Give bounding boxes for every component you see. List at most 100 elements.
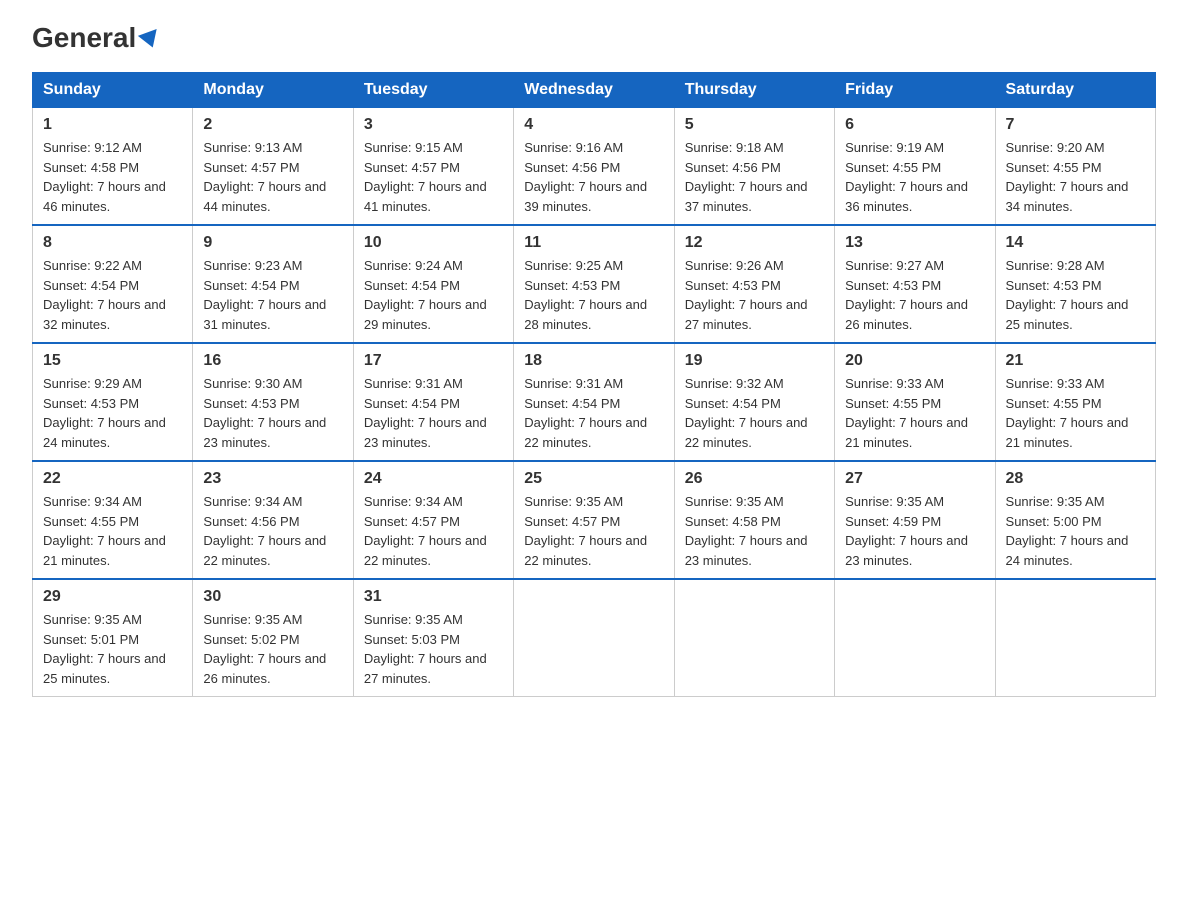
calendar-day-cell: 22 Sunrise: 9:34 AMSunset: 4:55 PMDayligh… <box>33 461 193 579</box>
day-info: Sunrise: 9:26 AMSunset: 4:53 PMDaylight:… <box>685 256 824 334</box>
day-number: 12 <box>685 234 824 252</box>
weekday-header-sunday: Sunday <box>33 73 193 108</box>
calendar-week-row: 1 Sunrise: 9:12 AMSunset: 4:58 PMDaylight… <box>33 108 1156 226</box>
day-info: Sunrise: 9:16 AMSunset: 4:56 PMDaylight:… <box>524 138 663 216</box>
weekday-header-tuesday: Tuesday <box>353 73 513 108</box>
calendar-day-cell: 27Sunrise: 9:35 AMSunset: 4:59 PMDayligh… <box>835 461 995 579</box>
day-info: Sunrise: 9:31 AMSunset: 4:54 PMDaylight:… <box>364 374 503 452</box>
day-info: Sunrise: 9:34 AMSunset: 4:57 PMDaylight:… <box>364 492 503 570</box>
calendar-day-cell: 28 Sunrise: 9:35 AMSunset: 5:00 PMDayligh… <box>995 461 1155 579</box>
calendar-day-cell: 15 Sunrise: 9:29 AMSunset: 4:53 PMDayligh… <box>33 343 193 461</box>
calendar-day-cell: 14 Sunrise: 9:28 AMSunset: 4:53 PMDayligh… <box>995 225 1155 343</box>
day-number: 24 <box>364 470 503 488</box>
day-info: Sunrise: 9:20 AMSunset: 4:55 PMDaylight:… <box>1006 138 1145 216</box>
day-info: Sunrise: 9:35 AMSunset: 4:58 PMDaylight:… <box>685 492 824 570</box>
day-number: 22 <box>43 470 182 488</box>
calendar-day-cell: 11 Sunrise: 9:25 AMSunset: 4:53 PMDayligh… <box>514 225 674 343</box>
day-number: 1 <box>43 116 182 134</box>
day-number: 5 <box>685 116 824 134</box>
logo-line1: General <box>32 24 160 52</box>
day-info: Sunrise: 9:28 AMSunset: 4:53 PMDaylight:… <box>1006 256 1145 334</box>
day-number: 2 <box>203 116 342 134</box>
calendar-day-cell: 23 Sunrise: 9:34 AMSunset: 4:56 PMDayligh… <box>193 461 353 579</box>
day-info: Sunrise: 9:22 AMSunset: 4:54 PMDaylight:… <box>43 256 182 334</box>
logo-triangle-icon <box>138 29 162 51</box>
calendar-day-cell: 5 Sunrise: 9:18 AMSunset: 4:56 PMDaylight… <box>674 108 834 226</box>
day-info: Sunrise: 9:33 AMSunset: 4:55 PMDaylight:… <box>845 374 984 452</box>
calendar-day-cell: 31 Sunrise: 9:35 AMSunset: 5:03 PMDayligh… <box>353 579 513 697</box>
calendar-day-cell: 18 Sunrise: 9:31 AMSunset: 4:54 PMDayligh… <box>514 343 674 461</box>
day-number: 18 <box>524 352 663 370</box>
day-info: Sunrise: 9:24 AMSunset: 4:54 PMDaylight:… <box>364 256 503 334</box>
calendar-day-cell <box>835 579 995 697</box>
calendar-day-cell: 17 Sunrise: 9:31 AMSunset: 4:54 PMDayligh… <box>353 343 513 461</box>
calendar-day-cell: 10Sunrise: 9:24 AMSunset: 4:54 PMDayligh… <box>353 225 513 343</box>
calendar-day-cell: 24 Sunrise: 9:34 AMSunset: 4:57 PMDayligh… <box>353 461 513 579</box>
day-info: Sunrise: 9:33 AMSunset: 4:55 PMDaylight:… <box>1006 374 1145 452</box>
day-info: Sunrise: 9:12 AMSunset: 4:58 PMDaylight:… <box>43 138 182 216</box>
calendar-day-cell: 30 Sunrise: 9:35 AMSunset: 5:02 PMDayligh… <box>193 579 353 697</box>
day-number: 14 <box>1006 234 1145 252</box>
day-info: Sunrise: 9:30 AMSunset: 4:53 PMDaylight:… <box>203 374 342 452</box>
calendar-day-cell: 7 Sunrise: 9:20 AMSunset: 4:55 PMDaylight… <box>995 108 1155 226</box>
day-info: Sunrise: 9:13 AMSunset: 4:57 PMDaylight:… <box>203 138 342 216</box>
day-info: Sunrise: 9:35 AMSunset: 5:03 PMDaylight:… <box>364 610 503 688</box>
day-info: Sunrise: 9:35 AMSunset: 4:57 PMDaylight:… <box>524 492 663 570</box>
calendar-day-cell: 2 Sunrise: 9:13 AMSunset: 4:57 PMDaylight… <box>193 108 353 226</box>
day-info: Sunrise: 9:34 AMSunset: 4:55 PMDaylight:… <box>43 492 182 570</box>
calendar-week-row: 8 Sunrise: 9:22 AMSunset: 4:54 PMDaylight… <box>33 225 1156 343</box>
day-number: 25 <box>524 470 663 488</box>
calendar-day-cell: 3Sunrise: 9:15 AMSunset: 4:57 PMDaylight… <box>353 108 513 226</box>
day-number: 9 <box>203 234 342 252</box>
day-number: 7 <box>1006 116 1145 134</box>
calendar-day-cell: 25 Sunrise: 9:35 AMSunset: 4:57 PMDayligh… <box>514 461 674 579</box>
day-number: 26 <box>685 470 824 488</box>
day-number: 30 <box>203 588 342 606</box>
day-info: Sunrise: 9:34 AMSunset: 4:56 PMDaylight:… <box>203 492 342 570</box>
day-info: Sunrise: 9:27 AMSunset: 4:53 PMDaylight:… <box>845 256 984 334</box>
day-info: Sunrise: 9:32 AMSunset: 4:54 PMDaylight:… <box>685 374 824 452</box>
weekday-header-friday: Friday <box>835 73 995 108</box>
calendar-day-cell: 8 Sunrise: 9:22 AMSunset: 4:54 PMDaylight… <box>33 225 193 343</box>
calendar-table: SundayMondayTuesdayWednesdayThursdayFrid… <box>32 72 1156 697</box>
day-info: Sunrise: 9:19 AMSunset: 4:55 PMDaylight:… <box>845 138 984 216</box>
calendar-day-cell: 6 Sunrise: 9:19 AMSunset: 4:55 PMDaylight… <box>835 108 995 226</box>
page-header: General <box>32 24 1156 52</box>
weekday-header-saturday: Saturday <box>995 73 1155 108</box>
day-number: 31 <box>364 588 503 606</box>
weekday-header-thursday: Thursday <box>674 73 834 108</box>
day-info: Sunrise: 9:31 AMSunset: 4:54 PMDaylight:… <box>524 374 663 452</box>
day-number: 28 <box>1006 470 1145 488</box>
day-info: Sunrise: 9:23 AMSunset: 4:54 PMDaylight:… <box>203 256 342 334</box>
day-info: Sunrise: 9:18 AMSunset: 4:56 PMDaylight:… <box>685 138 824 216</box>
calendar-week-row: 22 Sunrise: 9:34 AMSunset: 4:55 PMDayligh… <box>33 461 1156 579</box>
calendar-day-cell: 29Sunrise: 9:35 AMSunset: 5:01 PMDayligh… <box>33 579 193 697</box>
day-info: Sunrise: 9:15 AMSunset: 4:57 PMDaylight:… <box>364 138 503 216</box>
day-number: 15 <box>43 352 182 370</box>
day-number: 8 <box>43 234 182 252</box>
day-number: 13 <box>845 234 984 252</box>
day-number: 23 <box>203 470 342 488</box>
day-number: 17 <box>364 352 503 370</box>
calendar-day-cell: 4 Sunrise: 9:16 AMSunset: 4:56 PMDaylight… <box>514 108 674 226</box>
day-info: Sunrise: 9:25 AMSunset: 4:53 PMDaylight:… <box>524 256 663 334</box>
day-info: Sunrise: 9:35 AMSunset: 5:00 PMDaylight:… <box>1006 492 1145 570</box>
calendar-day-cell <box>674 579 834 697</box>
day-number: 20 <box>845 352 984 370</box>
day-info: Sunrise: 9:35 AMSunset: 5:02 PMDaylight:… <box>203 610 342 688</box>
weekday-header-monday: Monday <box>193 73 353 108</box>
calendar-day-cell: 19Sunrise: 9:32 AMSunset: 4:54 PMDayligh… <box>674 343 834 461</box>
day-info: Sunrise: 9:35 AMSunset: 4:59 PMDaylight:… <box>845 492 984 570</box>
calendar-day-cell: 26 Sunrise: 9:35 AMSunset: 4:58 PMDayligh… <box>674 461 834 579</box>
calendar-day-cell: 21Sunrise: 9:33 AMSunset: 4:55 PMDayligh… <box>995 343 1155 461</box>
day-number: 11 <box>524 234 663 252</box>
day-number: 4 <box>524 116 663 134</box>
calendar-day-cell: 9 Sunrise: 9:23 AMSunset: 4:54 PMDaylight… <box>193 225 353 343</box>
day-info: Sunrise: 9:29 AMSunset: 4:53 PMDaylight:… <box>43 374 182 452</box>
day-number: 16 <box>203 352 342 370</box>
day-info: Sunrise: 9:35 AMSunset: 5:01 PMDaylight:… <box>43 610 182 688</box>
calendar-day-cell: 12 Sunrise: 9:26 AMSunset: 4:53 PMDayligh… <box>674 225 834 343</box>
day-number: 6 <box>845 116 984 134</box>
calendar-day-cell <box>514 579 674 697</box>
weekday-header-row: SundayMondayTuesdayWednesdayThursdayFrid… <box>33 73 1156 108</box>
